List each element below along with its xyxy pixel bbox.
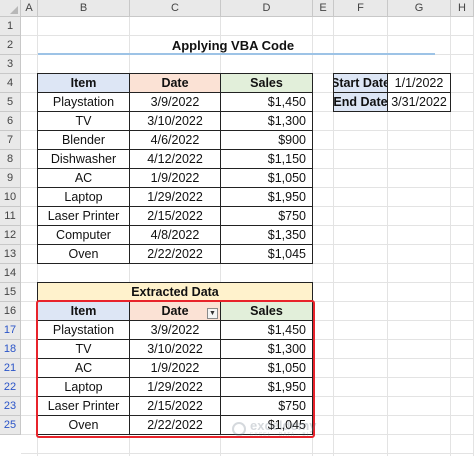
extracted-cell-sales[interactable]: $1,950 (220, 377, 313, 397)
source-cell-date[interactable]: 4/6/2022 (129, 130, 221, 150)
extracted-cell-item[interactable]: Laser Printer (37, 396, 130, 416)
row-header-17[interactable]: 17 (0, 321, 21, 340)
row-header-7[interactable]: 7 (0, 131, 21, 150)
row-header-1[interactable]: 1 (0, 17, 21, 36)
row-header-10[interactable]: 10 (0, 188, 21, 207)
row-header-16[interactable]: 16 (0, 302, 21, 321)
source-cell-item[interactable]: TV (37, 111, 130, 131)
row-header-2[interactable]: 2 (0, 36, 21, 55)
gridline-horizontal (21, 453, 474, 454)
exceldemy-watermark: exceldemy EXCEL · DATA · BI (232, 418, 317, 438)
source-cell-item[interactable]: Laptop (37, 187, 130, 207)
row-header-15[interactable]: 15 (0, 283, 21, 302)
row-header-22[interactable]: 22 (0, 378, 21, 397)
extracted-cell-item[interactable]: Oven (37, 415, 130, 435)
row-header-11[interactable]: 11 (0, 207, 21, 226)
filter-funnel-icon[interactable]: ▼ (207, 308, 218, 319)
source-cell-date[interactable]: 4/12/2022 (129, 149, 221, 169)
source-cell-date[interactable]: 1/29/2022 (129, 187, 221, 207)
watermark-text: exceldemy EXCEL · DATA · BI (250, 418, 317, 438)
criteria-start-label: Start Date (333, 73, 388, 93)
row-header-14[interactable]: 14 (0, 264, 21, 283)
extracted-data-title: Extracted Data (37, 282, 313, 302)
column-header-b[interactable]: B (38, 0, 130, 17)
source-cell-item[interactable]: Playstation (37, 92, 130, 112)
source-cell-item[interactable]: Dishwasher (37, 149, 130, 169)
select-all-corner[interactable] (0, 0, 21, 17)
source-header-sales[interactable]: Sales (220, 73, 313, 93)
row-header-12[interactable]: 12 (0, 226, 21, 245)
source-cell-item[interactable]: Blender (37, 130, 130, 150)
source-header-item[interactable]: Item (37, 73, 130, 93)
criteria-end-label: End Date (333, 92, 388, 112)
source-cell-sales[interactable]: $1,300 (220, 111, 313, 131)
watermark-tagline: EXCEL · DATA · BI (250, 432, 310, 438)
extracted-cell-date[interactable]: 3/10/2022 (129, 339, 221, 359)
row-header-4[interactable]: 4 (0, 74, 21, 93)
extracted-cell-item[interactable]: TV (37, 339, 130, 359)
source-cell-date[interactable]: 4/8/2022 (129, 225, 221, 245)
source-cell-item[interactable]: Computer (37, 225, 130, 245)
source-cell-date[interactable]: 1/9/2022 (129, 168, 221, 188)
source-cell-date[interactable]: 3/10/2022 (129, 111, 221, 131)
row-header-18[interactable]: 18 (0, 340, 21, 359)
extracted-cell-sales[interactable]: $750 (220, 396, 313, 416)
extracted-cell-sales[interactable]: $1,300 (220, 339, 313, 359)
row-header-9[interactable]: 9 (0, 169, 21, 188)
row-header-21[interactable]: 21 (0, 359, 21, 378)
source-cell-date[interactable]: 2/15/2022 (129, 206, 221, 226)
extracted-header-sales[interactable]: Sales (220, 301, 313, 321)
source-cell-item[interactable]: Oven (37, 244, 130, 264)
column-header-c[interactable]: C (130, 0, 221, 17)
extracted-cell-item[interactable]: AC (37, 358, 130, 378)
extracted-cell-date[interactable]: 1/9/2022 (129, 358, 221, 378)
source-cell-item[interactable]: Laser Printer (37, 206, 130, 226)
extracted-cell-date[interactable]: 3/9/2022 (129, 320, 221, 340)
extracted-cell-sales[interactable]: $1,050 (220, 358, 313, 378)
extracted-header-item[interactable]: Item (37, 301, 130, 321)
source-cell-sales[interactable]: $1,150 (220, 149, 313, 169)
watermark-name: exceldemy (250, 418, 317, 433)
extracted-cell-item[interactable]: Laptop (37, 377, 130, 397)
row-header-25[interactable]: 25 (0, 416, 21, 435)
column-header-h[interactable]: H (451, 0, 474, 17)
row-header-8[interactable]: 8 (0, 150, 21, 169)
extracted-cell-date[interactable]: 1/29/2022 (129, 377, 221, 397)
source-cell-sales[interactable]: $1,950 (220, 187, 313, 207)
column-header-e[interactable]: E (313, 0, 334, 17)
criteria-start-value[interactable]: 1/1/2022 (387, 73, 451, 93)
row-header-5[interactable]: 5 (0, 93, 21, 112)
source-cell-sales[interactable]: $750 (220, 206, 313, 226)
source-cell-sales[interactable]: $1,350 (220, 225, 313, 245)
source-cell-sales[interactable]: $1,045 (220, 244, 313, 264)
source-cell-sales[interactable]: $1,050 (220, 168, 313, 188)
column-header-a[interactable]: A (21, 0, 38, 17)
extracted-cell-item[interactable]: Playstation (37, 320, 130, 340)
source-cell-sales[interactable]: $1,450 (220, 92, 313, 112)
row-header-6[interactable]: 6 (0, 112, 21, 131)
column-header-g[interactable]: G (388, 0, 451, 17)
source-cell-item[interactable]: AC (37, 168, 130, 188)
select-all-corner-icon (10, 6, 18, 14)
title-underline (38, 53, 435, 55)
row-header-23[interactable]: 23 (0, 397, 21, 416)
criteria-end-value[interactable]: 3/31/2022 (387, 92, 451, 112)
column-header-d[interactable]: D (221, 0, 313, 17)
source-cell-date[interactable]: 2/22/2022 (129, 244, 221, 264)
column-header-f[interactable]: F (334, 0, 388, 17)
source-cell-sales[interactable]: $900 (220, 130, 313, 150)
row-header-13[interactable]: 13 (0, 245, 21, 264)
row-header-3[interactable]: 3 (0, 55, 21, 74)
source-cell-date[interactable]: 3/9/2022 (129, 92, 221, 112)
source-header-date[interactable]: Date (129, 73, 221, 93)
extracted-cell-date[interactable]: 2/15/2022 (129, 396, 221, 416)
exceldemy-logo-icon (232, 422, 246, 436)
extracted-cell-date[interactable]: 2/22/2022 (129, 415, 221, 435)
spreadsheet-grid[interactable]: A B C D E F G H 1 2 3 4 5 6 7 8 9 10 11 12 13 14 15 16 17 18 21 22 2… (0, 0, 474, 456)
extracted-cell-sales[interactable]: $1,450 (220, 320, 313, 340)
